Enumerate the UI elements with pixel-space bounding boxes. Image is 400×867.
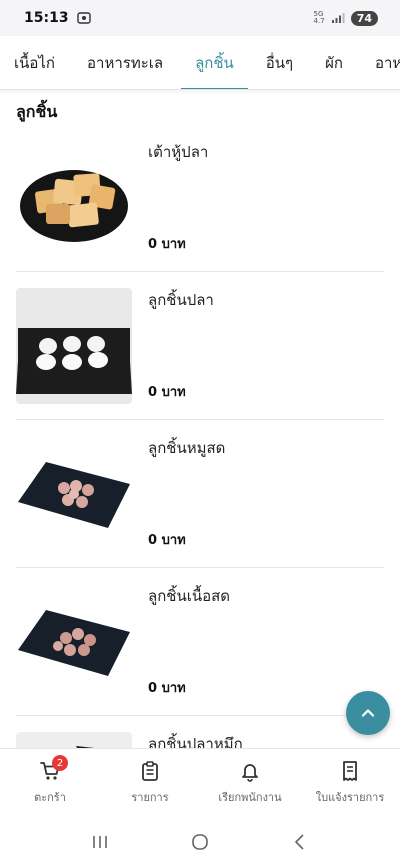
product-image [16, 140, 132, 256]
product-price: 0 บาท [148, 385, 186, 400]
bottom-nav: 2 ตะกร้า รายการ เรียกพนักงาน ใบแจ้งรายกา… [0, 748, 400, 816]
tab-seafood[interactable]: อาหารทะเล [87, 36, 179, 89]
battery-indicator: 74 [350, 10, 378, 26]
nav-call-staff[interactable]: เรียกพนักงาน [200, 749, 300, 816]
nav-cart[interactable]: 2 ตะกร้า [0, 749, 100, 816]
product-name: ลูกชิ้นหมูสด [148, 439, 226, 457]
nav-label: ใบแจ้งรายการ [315, 790, 385, 804]
recent-apps-icon[interactable] [90, 833, 110, 851]
tab-vegetables[interactable]: ผัก [325, 36, 359, 89]
status-time: 15:13 [24, 10, 69, 26]
screen-record-icon [76, 12, 91, 24]
product-image [16, 436, 132, 552]
home-icon[interactable] [190, 832, 210, 852]
back-icon[interactable] [290, 832, 310, 852]
product-name: ลูกชิ้นปลาหมึก [148, 735, 243, 748]
cart-badge: 2 [52, 755, 68, 771]
product-list[interactable]: เต้าหู้ปลา 0 บาท ลูกชิ้นปลา 0 บาท ลูกชิ้… [0, 124, 400, 748]
product-image [16, 584, 132, 700]
product-price: 0 บาท [148, 533, 186, 548]
tab-chicken[interactable]: เนื้อไก่ [14, 36, 71, 89]
product-price: 0 บาท [148, 237, 186, 252]
list-item[interactable]: ลูกชิ้นปลาหมึก [0, 716, 400, 748]
list-item[interactable]: ลูกชิ้นหมูสด 0 บาท [0, 420, 400, 568]
list-item[interactable]: ลูกชิ้นปลา 0 บาท [0, 272, 400, 420]
network-type: 5G 4.7 [313, 10, 325, 25]
clipboard-icon [142, 760, 158, 781]
bell-icon [242, 763, 258, 782]
product-image [16, 732, 132, 748]
tab-food[interactable]: อาห [375, 36, 400, 89]
list-item[interactable]: เต้าหู้ปลา 0 บาท [0, 124, 400, 272]
scroll-top-button[interactable] [346, 691, 390, 735]
signal-icon [331, 13, 345, 23]
status-bar: 15:13 5G 4.7 74 [0, 0, 400, 36]
list-item[interactable]: ลูกชิ้นเนื้อสด 0 บาท [0, 568, 400, 716]
section-title: ลูกชิ้น [16, 102, 58, 121]
product-image [16, 288, 132, 404]
nav-label: รายการ [131, 790, 169, 804]
receipt-icon [343, 760, 357, 781]
nav-label: ตะกร้า [34, 790, 66, 804]
nav-orders[interactable]: รายการ [100, 749, 200, 816]
product-name: ลูกชิ้นเนื้อสด [148, 587, 230, 605]
nav-label: เรียกพนักงาน [218, 790, 282, 804]
product-price: 0 บาท [148, 681, 186, 696]
system-nav-bar [0, 816, 400, 867]
chevron-up-icon [361, 709, 375, 717]
category-tabs: เนื้อไก่ อาหารทะเล ลูกชิ้น อื่นๆ ผัก อาห [0, 36, 400, 90]
product-name: เต้าหู้ปลา [148, 143, 209, 161]
nav-bill[interactable]: ใบแจ้งรายการ [300, 749, 400, 816]
tab-others[interactable]: อื่นๆ [266, 36, 309, 89]
product-name: ลูกชิ้นปลา [148, 291, 214, 309]
tab-meatballs[interactable]: ลูกชิ้น [181, 36, 250, 89]
